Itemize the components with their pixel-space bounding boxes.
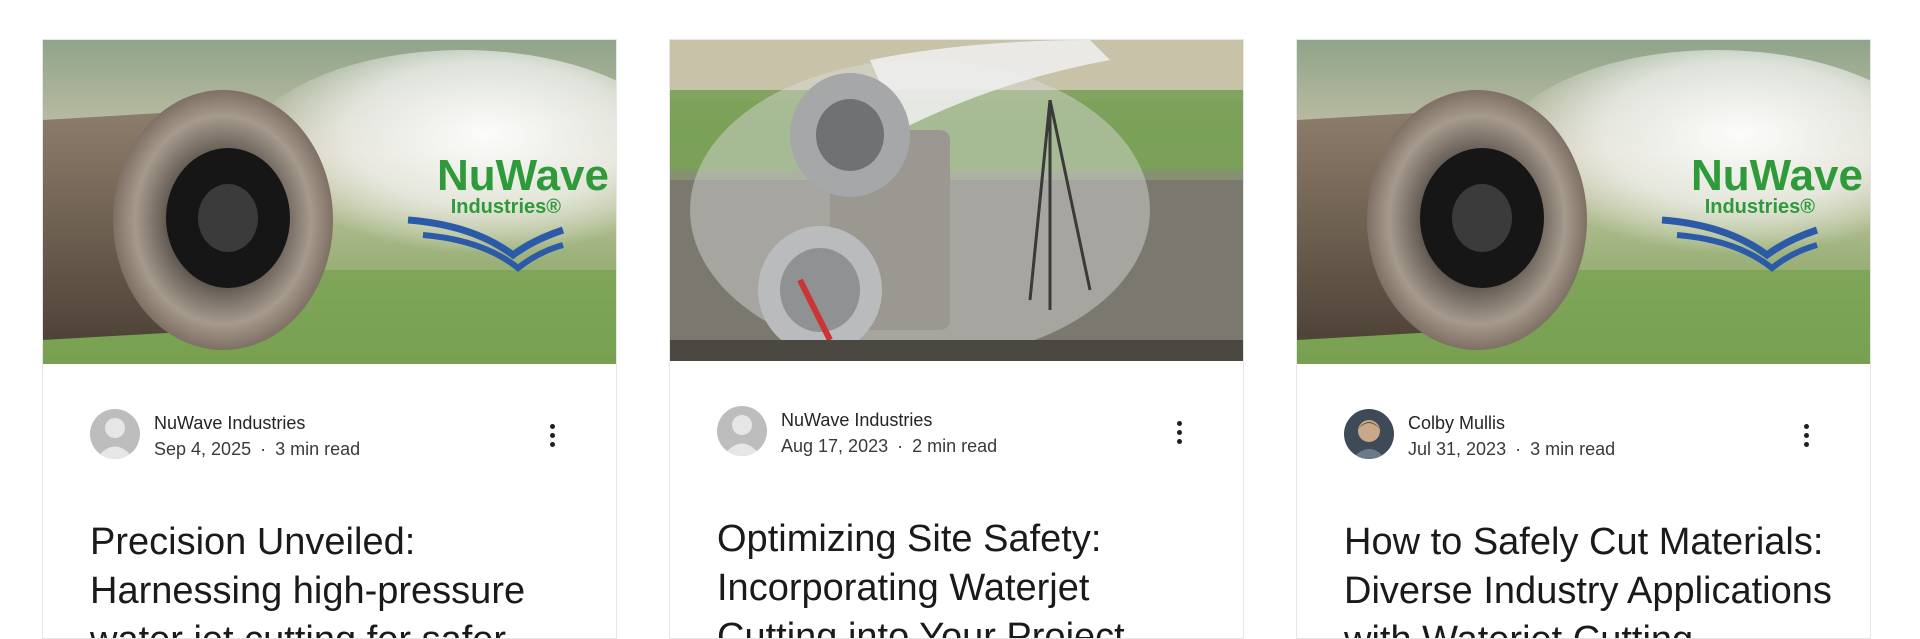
post-card[interactable]: NuWave Industries® Colby Mullis Jul 31, … [1296, 39, 1871, 639]
meta-separator: · [1515, 439, 1522, 459]
logo-text: NuWave [437, 151, 609, 200]
post-title[interactable]: Precision Unveiled: Harnessing high-pres… [90, 518, 580, 638]
default-avatar-icon [90, 409, 140, 459]
author-avatar[interactable] [1344, 409, 1394, 459]
post-date: Sep 4, 2025 [154, 439, 252, 459]
more-options-button[interactable] [1794, 420, 1818, 450]
read-time: 2 min read [912, 436, 998, 456]
logo-subtext: Industries® [1705, 196, 1816, 218]
post-thumbnail[interactable]: NuWave Industries® [43, 40, 616, 364]
logo-subtext: Industries® [451, 196, 562, 218]
more-options-button[interactable] [1167, 417, 1191, 447]
meta-separator: · [897, 436, 904, 456]
logo-text: NuWave [1691, 151, 1863, 200]
read-time: 3 min read [275, 439, 361, 459]
post-thumbnail[interactable] [670, 40, 1243, 361]
post-title[interactable]: How to Safely Cut Materials: Diverse Ind… [1344, 518, 1834, 638]
post-title[interactable]: Optimizing Site Safety: Incorporating Wa… [717, 515, 1207, 638]
post-meta: Colby Mullis Jul 31, 2023 · 3 min read [1408, 410, 1615, 462]
author-name[interactable]: Colby Mullis [1408, 410, 1615, 436]
post-meta: NuWave Industries Aug 17, 2023 · 2 min rea… [781, 407, 997, 459]
read-time: 3 min read [1530, 439, 1616, 459]
post-card[interactable]: NuWave Industries® NuWave Industries Sep… [42, 39, 617, 639]
post-date: Aug 17, 2023 [781, 436, 889, 456]
author-name[interactable]: NuWave Industries [154, 410, 360, 436]
author-avatar[interactable] [90, 409, 140, 459]
more-options-icon [549, 423, 555, 429]
user-photo-avatar [1344, 409, 1394, 459]
author-name[interactable]: NuWave Industries [781, 407, 997, 433]
post-meta: NuWave Industries Sep 4, 2025 · 3 min read [154, 410, 360, 462]
post-card[interactable]: NuWave Industries Aug 17, 2023 · 2 min rea… [669, 39, 1244, 639]
more-options-icon [1176, 420, 1182, 426]
default-avatar-icon [717, 406, 767, 456]
post-thumbnail[interactable]: NuWave Industries® [1297, 40, 1870, 364]
more-options-button[interactable] [540, 420, 564, 450]
meta-separator: · [260, 439, 267, 459]
author-avatar[interactable] [717, 406, 767, 456]
more-options-icon [1803, 423, 1809, 429]
post-date: Jul 31, 2023 [1408, 439, 1507, 459]
